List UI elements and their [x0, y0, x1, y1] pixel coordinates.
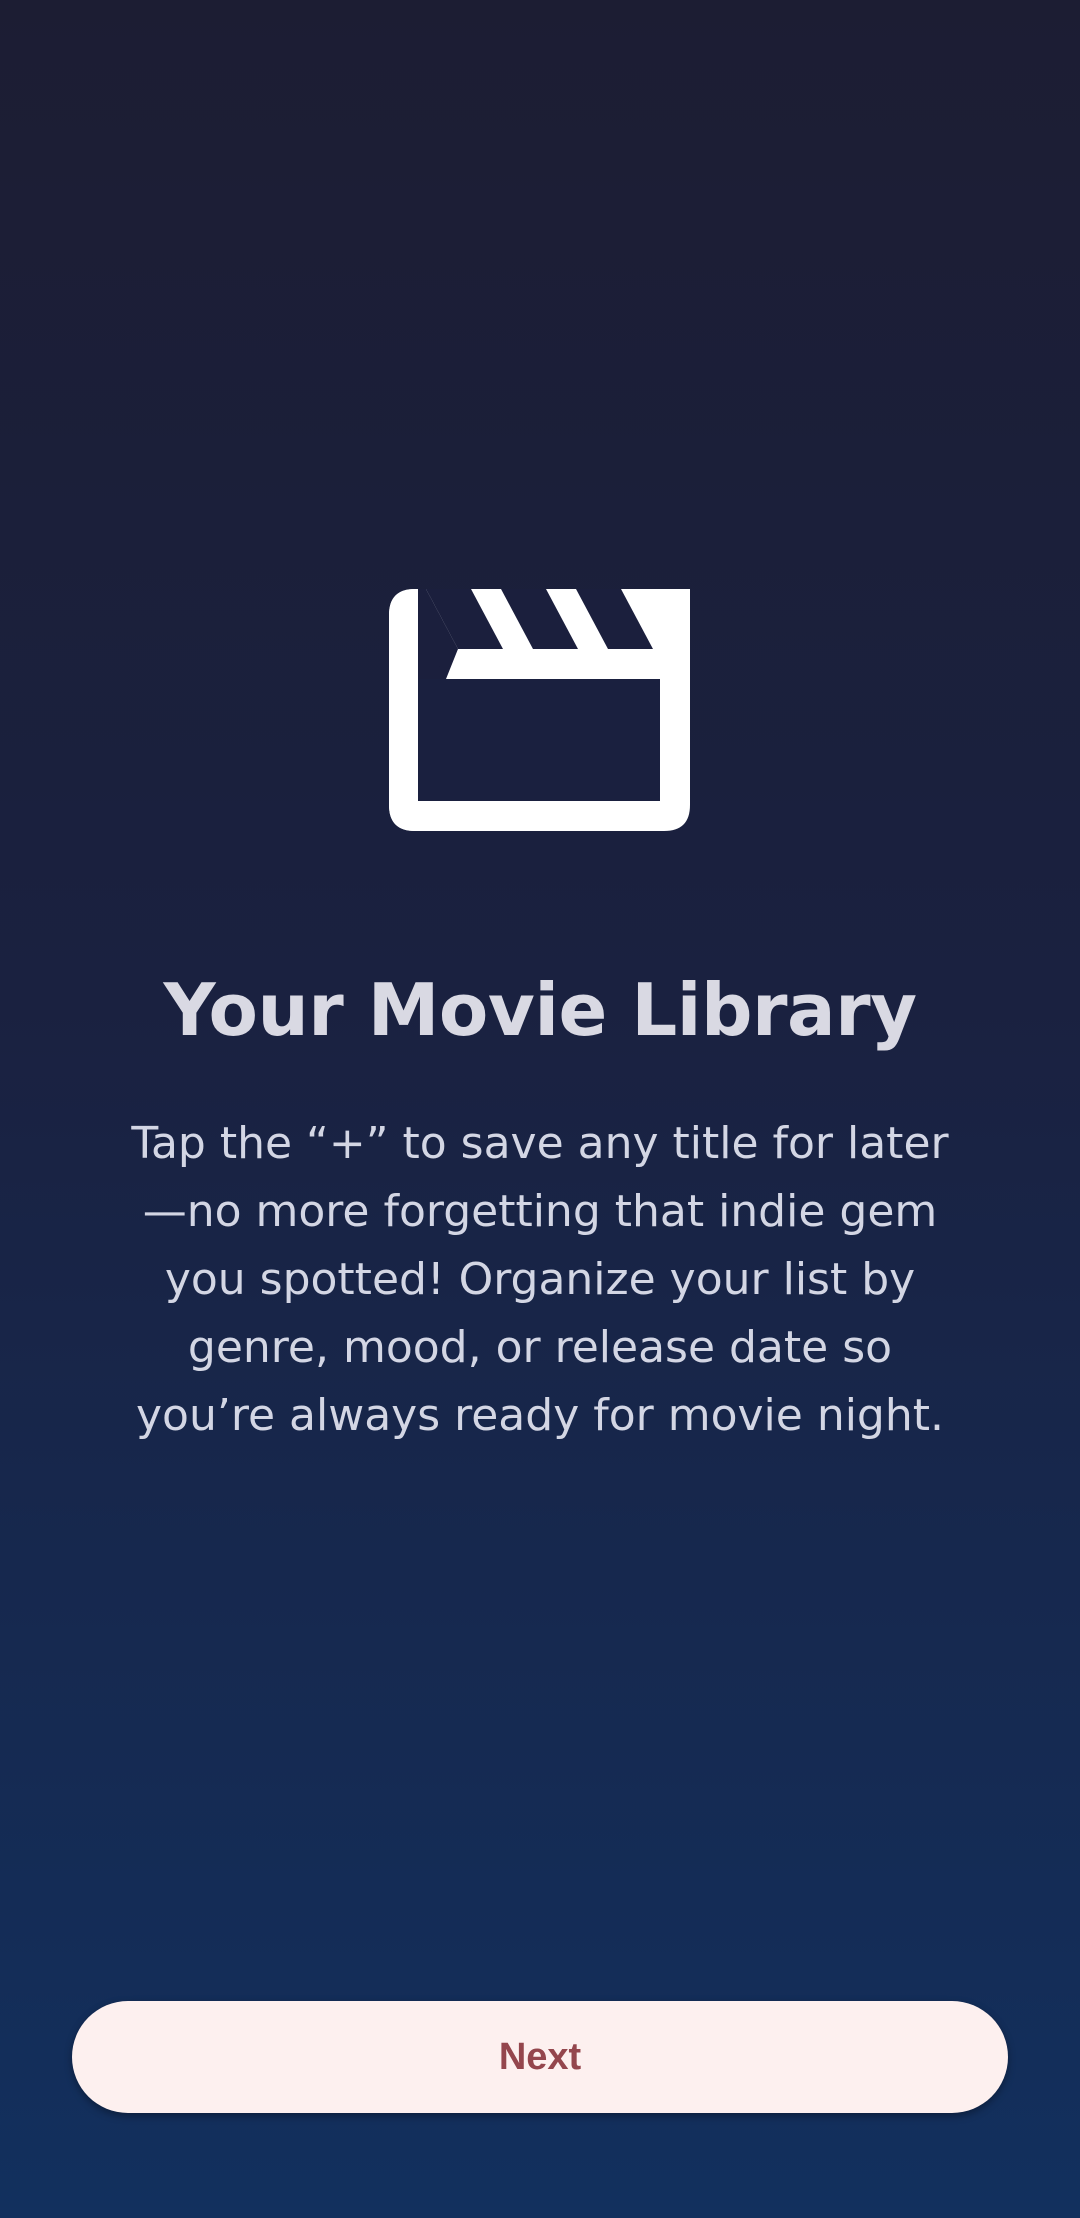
onboarding-screen: Your Movie Library Tap the “+” to save a… — [0, 0, 1080, 2218]
movie-clapperboard-icon — [389, 589, 690, 831]
page-title: Your Movie Library — [163, 968, 917, 1052]
onboarding-description: Tap the “+” to save any title for later—… — [131, 1118, 949, 1441]
next-button[interactable]: Next — [72, 2001, 1008, 2113]
